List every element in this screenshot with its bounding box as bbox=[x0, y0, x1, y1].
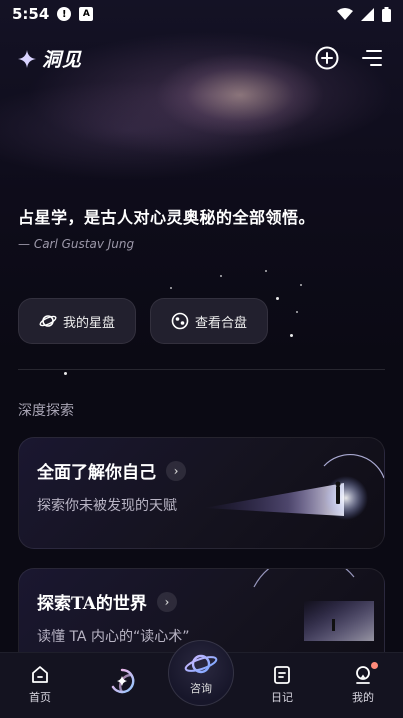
signal-icon bbox=[361, 7, 374, 21]
my-chart-label: 我的星盘 bbox=[62, 315, 115, 331]
divider bbox=[18, 369, 385, 370]
diary-icon bbox=[274, 666, 290, 684]
app-name: 洞见 bbox=[42, 49, 83, 71]
tab-home[interactable]: 首页 bbox=[10, 665, 70, 705]
sparkle-icon bbox=[18, 49, 36, 68]
section-title: 深度探索 bbox=[18, 403, 74, 419]
add-button[interactable] bbox=[313, 44, 341, 72]
chevron-right-icon: › bbox=[166, 460, 186, 481]
menu-button[interactable] bbox=[358, 44, 386, 72]
card-title-text: 全面了解你自己 bbox=[37, 463, 156, 483]
view-synastry-button[interactable]: 查看合盘 bbox=[150, 298, 268, 344]
battery-icon bbox=[382, 6, 391, 22]
orbit-icon bbox=[111, 668, 135, 694]
card-subtitle: 读懂 TA 内心的“读心术” bbox=[37, 629, 190, 645]
status-bar: 5:54 ! A bbox=[0, 0, 403, 28]
explore-self-card[interactable]: 全面了解你自己 › 探索你未被发现的天赋 bbox=[18, 437, 385, 549]
tab-diary[interactable]: 日记 bbox=[252, 665, 312, 705]
app-notification-icon: A bbox=[79, 7, 94, 21]
alert-icon: ! bbox=[57, 7, 72, 21]
card-subtitle: 探索你未被发现的天赋 bbox=[37, 498, 177, 514]
card-title-text: 探索TA的世界 bbox=[37, 594, 147, 614]
app-logo: 洞见 bbox=[18, 45, 82, 72]
consult-button[interactable]: 咨询 bbox=[168, 640, 234, 706]
home-icon bbox=[32, 666, 48, 683]
star bbox=[296, 311, 298, 313]
tab-home-label: 首页 bbox=[29, 691, 51, 704]
star bbox=[300, 284, 302, 286]
chevron-right-icon: › bbox=[156, 591, 177, 612]
wifi-icon bbox=[337, 7, 353, 20]
consult-planet-icon bbox=[184, 654, 218, 674]
my-chart-button[interactable]: 我的星盘 bbox=[18, 298, 136, 344]
card-title: 全面了解你自己 › bbox=[37, 458, 186, 483]
tab-mine[interactable]: 我的 bbox=[333, 665, 393, 705]
star bbox=[64, 372, 67, 375]
profile-icon bbox=[356, 666, 370, 684]
star bbox=[170, 287, 172, 289]
plus-circle-icon bbox=[315, 46, 339, 70]
consult-label: 咨询 bbox=[190, 682, 212, 695]
notification-badge bbox=[371, 662, 378, 669]
tab-mine-label: 我的 bbox=[352, 691, 374, 704]
star bbox=[265, 270, 267, 272]
card-illustration bbox=[204, 454, 384, 520]
star bbox=[290, 334, 293, 337]
tab-explore[interactable] bbox=[92, 667, 152, 695]
star bbox=[220, 275, 222, 277]
card-title: 探索TA的世界 › bbox=[37, 589, 177, 614]
menu-icon bbox=[362, 50, 382, 66]
star bbox=[276, 297, 279, 300]
quote-text: 占星学，是古人对心灵奥秘的全部领悟。 bbox=[18, 208, 316, 227]
planet-icon bbox=[39, 315, 57, 327]
view-synastry-label: 查看合盘 bbox=[194, 315, 247, 331]
quote-author: — Carl Gustav Jung bbox=[18, 237, 135, 251]
status-time: 5:54 bbox=[12, 5, 50, 23]
tab-diary-label: 日记 bbox=[271, 691, 293, 704]
compatibility-icon bbox=[171, 312, 189, 330]
